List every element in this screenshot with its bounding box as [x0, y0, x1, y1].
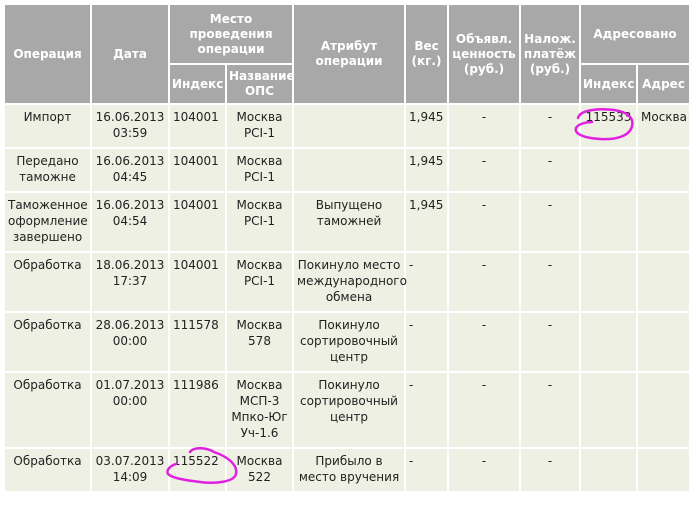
cell-declared-value: - — [447, 191, 522, 253]
cell-weight: 1,945 — [404, 191, 450, 253]
cell-date: 28.06.2013 00:00 — [90, 311, 170, 373]
header-addr-address: Адрес — [636, 63, 692, 105]
header-index: Индекс — [168, 63, 227, 105]
header-operation: Операция — [3, 3, 92, 105]
cell-index: 104001 — [168, 147, 227, 193]
cell-weight: 1,945 — [404, 147, 450, 193]
header-attribute: Атрибут операции — [292, 3, 407, 105]
cell-weight: 1,945 — [404, 103, 450, 149]
cell-cod: - — [519, 447, 582, 493]
cell-addr-index — [579, 447, 639, 493]
page: Операция Дата Место проведения операции … — [0, 0, 700, 517]
cell-ops-name: Москва 578 — [224, 311, 295, 373]
cell-operation: Таможенное оформление завершено — [3, 191, 92, 253]
cell-date: 16.06.2013 03:59 — [90, 103, 170, 149]
cell-declared-value: - — [447, 103, 522, 149]
cell-weight: - — [404, 311, 450, 373]
cell-operation: Обработка — [3, 311, 92, 373]
cell-index: 111986 — [168, 371, 227, 449]
cell-date: 18.06.2013 17:37 — [90, 251, 170, 313]
cell-addr-index — [579, 251, 639, 313]
cell-attribute — [292, 147, 407, 193]
cell-declared-value: - — [447, 311, 522, 373]
header-ops-name: Название ОПС — [224, 63, 295, 105]
cell-ops-name: Москва PCI-1 — [224, 103, 295, 149]
cell-addr-address — [636, 447, 692, 493]
cell-operation: Передано таможне — [3, 147, 92, 193]
tracking-table: Операция Дата Место проведения операции … — [3, 3, 692, 493]
cell-index: 104001 — [168, 251, 227, 313]
cell-date: 03.07.2013 14:09 — [90, 447, 170, 493]
header-cod: Налож. платёж (руб.) — [519, 3, 582, 105]
cell-date: 16.06.2013 04:54 — [90, 191, 170, 253]
cell-operation: Обработка — [3, 371, 92, 449]
cell-addr-address — [636, 371, 692, 449]
cell-attribute: Выпущено таможней — [292, 191, 407, 253]
cell-index: 104001 — [168, 191, 227, 253]
table-row: Обработка 18.06.2013 17:37 104001 Москва PCI-… — [3, 251, 692, 313]
cell-attribute: Покинуло сортировочный центр — [292, 371, 407, 449]
header-place: Место проведения операции — [167, 3, 295, 65]
header-addr-index: Индекс — [579, 63, 639, 105]
cell-addr-index — [579, 191, 639, 253]
table-row: Обработка 28.06.2013 00:00 111578 Москва 578 П… — [3, 311, 692, 373]
table-row: Обработка 01.07.2013 00:00 111986 Москва МСП-… — [3, 371, 692, 449]
table-row: Таможенное оформление завершено 16.06.2013 0… — [3, 191, 692, 253]
cell-ops-name: Москва PCI-1 — [224, 147, 295, 193]
cell-declared-value: - — [447, 447, 522, 493]
table-row: Обработка 03.07.2013 14:09 115522 Москва 522 П… — [3, 447, 692, 493]
cell-addr-index: 115533 — [579, 103, 639, 149]
cell-ops-name: Москва PCI-1 — [224, 191, 295, 253]
cell-declared-value: - — [447, 251, 522, 313]
cell-attribute — [292, 103, 407, 149]
cell-attribute: Прибыло в место вручения — [292, 447, 407, 493]
cell-addr-index — [579, 147, 639, 193]
cell-weight: - — [404, 371, 450, 449]
cell-addr-address — [636, 311, 692, 373]
cell-declared-value: - — [447, 147, 522, 193]
cell-attribute: Покинуло место международного обмена — [292, 251, 407, 313]
cell-date: 01.07.2013 00:00 — [90, 371, 170, 449]
header-date: Дата — [90, 3, 170, 105]
cell-cod: - — [519, 103, 582, 149]
cell-index: 104001 — [168, 103, 227, 149]
cell-declared-value: - — [447, 371, 522, 449]
cell-ops-name: Москва 522 — [224, 447, 295, 493]
cell-addr-address — [636, 251, 692, 313]
cell-addr-address — [636, 191, 692, 253]
cell-operation: Обработка — [3, 447, 92, 493]
cell-weight: - — [404, 251, 450, 313]
cell-attribute: Покинуло сортировочный центр — [292, 311, 407, 373]
cell-addr-index — [579, 371, 639, 449]
tracking-rows: Импорт 16.06.2013 03:59 104001 Москва PCI-1 1,… — [3, 103, 692, 493]
cell-ops-name: Москва PCI-1 — [224, 251, 295, 313]
cell-ops-name: Москва МСП-3 Мпко-Юг Уч-1.6 — [224, 371, 295, 449]
cell-operation: Обработка — [3, 251, 92, 313]
cell-cod: - — [519, 311, 582, 373]
header-weight: Вес (кг.) — [404, 3, 450, 105]
cell-weight: - — [404, 447, 450, 493]
cell-cod: - — [519, 251, 582, 313]
cell-cod: - — [519, 147, 582, 193]
cell-addr-address — [636, 147, 692, 193]
table-row: Импорт 16.06.2013 03:59 104001 Москва PCI-1 1,… — [3, 103, 692, 149]
cell-cod: - — [519, 371, 582, 449]
table-row: Передано таможне 16.06.2013 04:45 104001 Моск… — [3, 147, 692, 193]
cell-index: 115522 — [168, 447, 227, 493]
cell-cod: - — [519, 191, 582, 253]
cell-addr-address: Москва — [636, 103, 692, 149]
cell-addr-index — [579, 311, 639, 373]
cell-index: 111578 — [168, 311, 227, 373]
cell-date: 16.06.2013 04:45 — [90, 147, 170, 193]
header-addressed: Адресовано — [579, 3, 692, 65]
header-declared-value: Объявл. ценность (руб.) — [447, 3, 522, 105]
cell-operation: Импорт — [3, 103, 92, 149]
